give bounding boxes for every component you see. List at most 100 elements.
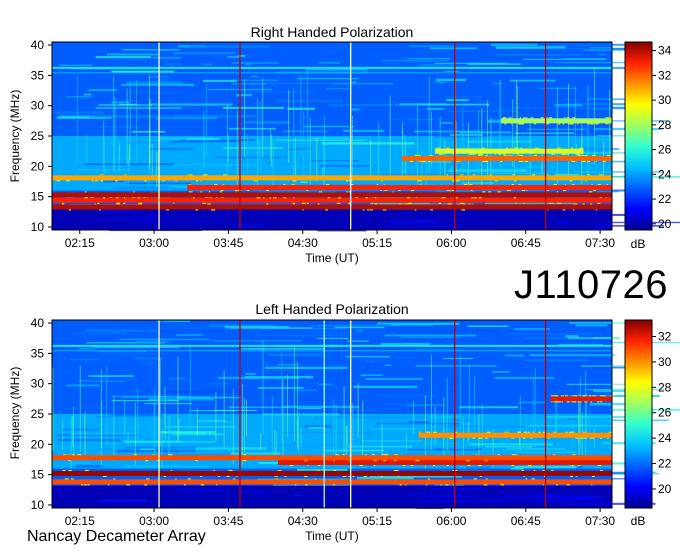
emission-fringe [578,465,581,467]
noise-streak [377,394,437,398]
noise-streak [231,225,265,227]
emission-fringe [510,437,515,439]
emission-fringe [590,437,594,439]
emission-fringe [80,484,84,486]
emission-fringe [327,197,331,199]
burst-streak [303,111,305,180]
noise-streak [58,64,93,66]
emission-fringe [399,484,403,486]
noise-streak [351,223,368,226]
emission-fringe [572,454,576,456]
emission-fringe [571,123,574,125]
noise-streak [87,89,117,92]
emission-fringe [363,475,368,477]
colorbar-tick-label: 26 [658,406,672,420]
emission-band [187,185,612,191]
emission-fringe [459,174,464,176]
burst-streak [161,431,163,469]
noise-streak [66,384,100,387]
emission-fringe [232,478,236,480]
noise-streak [300,181,308,183]
noise-streak [380,60,449,62]
burst-streak [242,383,244,466]
colorbar-unit-label: dB [631,514,646,528]
emission-band [500,118,612,124]
noise-streak [78,347,95,350]
x-tick-label: 06:00 [436,236,466,250]
emission-fringe [523,117,525,119]
emission-fringe [498,153,502,155]
emission-fringe [605,123,609,125]
emission-fringe [577,123,579,125]
burst-streak [352,115,354,176]
burst-streak [335,403,337,459]
noise-streak [286,154,376,156]
burst-streak [236,110,238,186]
emission-fringe [575,153,577,155]
noise-streak [264,366,348,370]
noise-streak [345,355,391,358]
interference-line [52,72,612,74]
noise-streak [523,165,545,168]
emission-fringe [392,191,395,193]
noise-streak [111,400,179,402]
emission-fringe [480,153,484,155]
panel-title: Left Handed Polarization [255,301,408,317]
noise-streak [295,389,317,391]
burst-streak [168,416,170,459]
emission-fringe [223,174,227,176]
noise-streak [98,104,152,106]
burst-streak [246,134,248,175]
burst-streak [282,379,284,464]
emission-fringe [552,454,556,456]
emission-fringe [461,209,466,211]
noise-streak [383,226,461,228]
noise-streak [491,347,519,350]
emission-fringe [577,401,580,403]
emission-fringe [572,184,575,186]
emission-fringe [207,203,211,205]
colorbar-gradient [624,319,653,509]
noise-streak [78,379,127,382]
emission-fringe [540,117,544,119]
noise-streak [160,431,216,434]
noise-streak [156,320,168,323]
x-axis-label: Time (UT) [305,529,359,543]
emission-fringe [318,465,321,467]
emission-fringe [571,160,574,162]
noise-streak [69,358,100,361]
noise-streak [75,465,103,468]
noise-streak [598,53,607,56]
emission-fringe [291,184,295,186]
noise-streak [408,387,423,389]
emission-fringe [113,478,116,480]
noise-streak [555,61,626,64]
emission-fringe [128,484,131,486]
emission-fringe [520,147,523,149]
burst-streak [119,141,121,161]
emission-fringe [84,191,87,193]
noise-streak [418,63,456,67]
emission-fringe [504,123,507,125]
burst-streak [260,433,262,450]
emission-fringe [559,147,561,149]
emission-fringe [196,180,198,182]
burst-streak [352,403,354,447]
x-tick-label: 05:15 [362,236,392,250]
emission-fringe [170,454,173,456]
emission-fringe [569,431,573,433]
colorbar-tick-label: 30 [658,93,672,107]
noise-streak [459,406,488,409]
emission-fringe [393,469,398,471]
emission-fringe [266,203,269,205]
emission-band [418,432,612,438]
emission-fringe [325,184,330,186]
emission-fringe [563,190,567,192]
emission-fringe [253,180,258,182]
noise-streak [72,219,148,221]
noise-streak [514,132,575,135]
burst-streak [585,370,587,463]
burst-streak [316,137,318,182]
emission-fringe [383,190,388,192]
emission-fringe [284,475,287,477]
